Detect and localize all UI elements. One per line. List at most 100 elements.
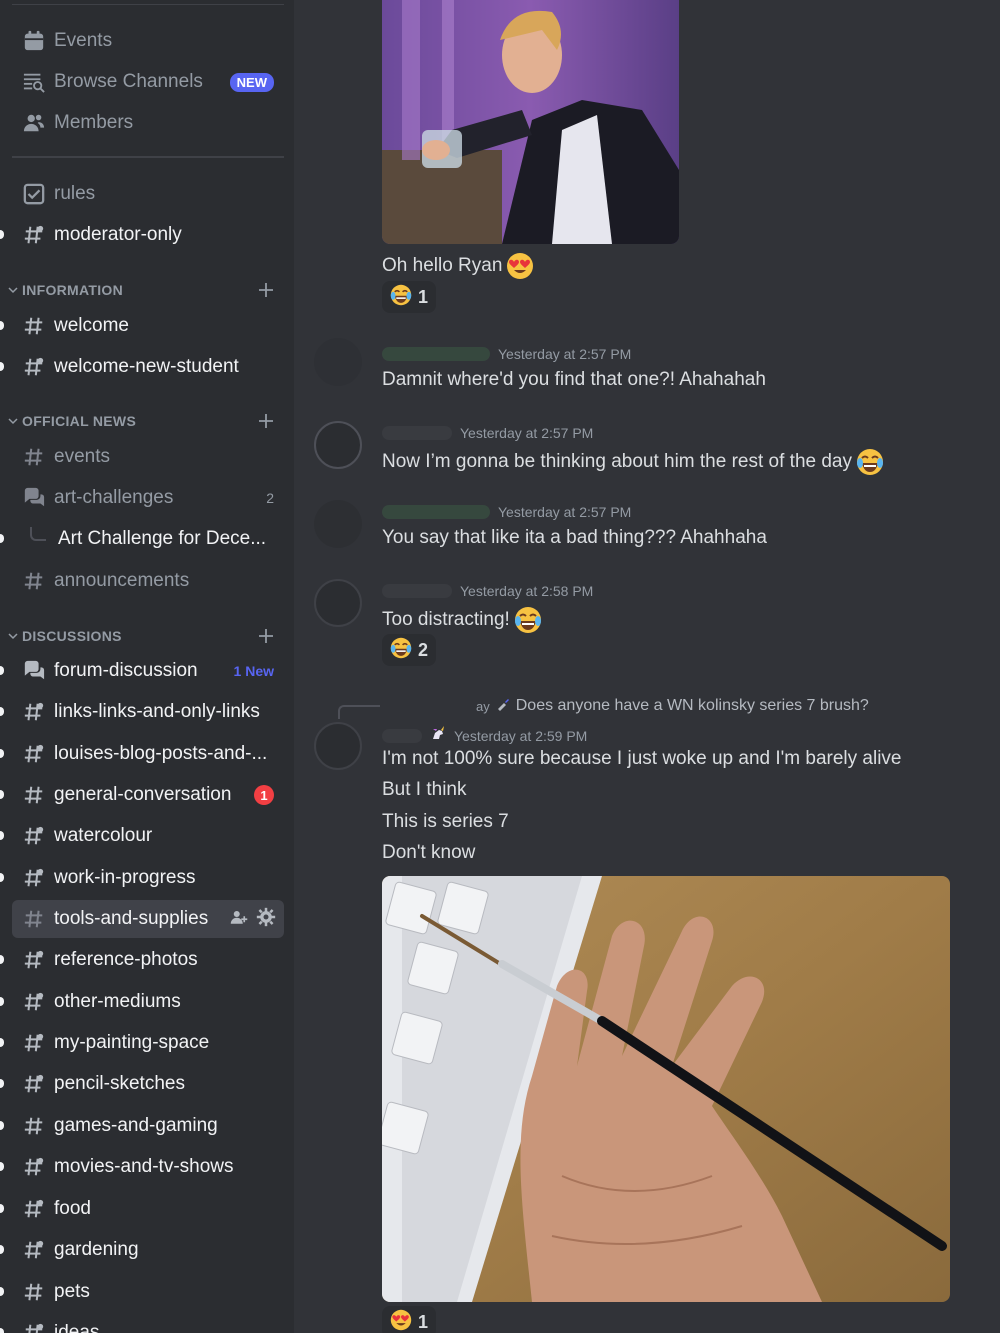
- sidebar-item-members[interactable]: Members: [12, 104, 284, 142]
- invite-member-icon[interactable]: [230, 908, 248, 931]
- username-blurred[interactable]: [382, 584, 452, 598]
- reply-reference[interactable]: ay Does anyone have a WN kolinsky series…: [338, 693, 869, 719]
- unread-indicator: [0, 230, 4, 239]
- unread-indicator: [0, 707, 4, 716]
- reaction-button[interactable]: 1: [382, 1306, 437, 1333]
- username-blurred[interactable]: [382, 426, 452, 440]
- category-information[interactable]: INFORMATION: [8, 278, 284, 302]
- sidebar-item-label: Events: [54, 30, 113, 51]
- message-image-attachment[interactable]: [382, 0, 679, 244]
- sidebar-item-reference-photos[interactable]: reference-photos: [0, 941, 284, 979]
- message-list: Oh hello Ryan 1 Yesterday at 2:57 PM Dam…: [294, 0, 1000, 1333]
- sidebar-item-links[interactable]: links-links-and-only-links: [0, 693, 284, 731]
- unread-indicator: [0, 666, 4, 675]
- sidebar-item-welcome[interactable]: welcome: [0, 307, 284, 345]
- sidebar-item-food[interactable]: food: [0, 1190, 284, 1228]
- sidebar-item-watercolour[interactable]: watercolour: [0, 817, 284, 855]
- channel-actions: [230, 907, 276, 932]
- reaction-button[interactable]: 1: [382, 281, 437, 313]
- sidebar-item-label: pencil-sketches: [54, 1073, 185, 1094]
- sidebar-item-pets[interactable]: pets: [0, 1273, 284, 1311]
- category-label: INFORMATION: [22, 282, 124, 298]
- category-official-news[interactable]: OFFICIAL NEWS: [8, 409, 284, 433]
- sidebar-item-games-and-gaming[interactable]: games-and-gaming: [0, 1107, 284, 1145]
- avatar[interactable]: [314, 722, 362, 770]
- add-channel-icon[interactable]: [258, 628, 274, 644]
- sidebar-item-general-conversation[interactable]: general-conversation 1: [0, 776, 284, 814]
- message-text: Too distracting!: [382, 609, 510, 630]
- hashtag-thread-icon: [22, 223, 46, 247]
- username-blurred[interactable]: [382, 505, 490, 519]
- sidebar-item-label: links-links-and-only-links: [54, 701, 260, 722]
- sidebar-item-events[interactable]: Events: [12, 22, 284, 60]
- timestamp: Yesterday at 2:57 PM: [498, 504, 632, 520]
- thread-item-art-challenge[interactable]: Art Challenge for Dece...: [0, 520, 284, 558]
- unread-indicator: [0, 749, 4, 758]
- sidebar-item-work-in-progress[interactable]: work-in-progress: [0, 859, 284, 897]
- sidebar-item-label: louises-blog-posts-and-...: [54, 743, 268, 764]
- sidebar-item-tools-and-supplies[interactable]: tools-and-supplies: [12, 900, 284, 938]
- post-count: 2: [266, 490, 274, 506]
- message-header: Yesterday at 2:59 PM: [382, 725, 587, 746]
- username-blurred[interactable]: [382, 347, 490, 361]
- sidebar-item-gardening[interactable]: gardening: [0, 1231, 284, 1269]
- unread-indicator: [0, 831, 4, 840]
- add-channel-icon[interactable]: [258, 282, 274, 298]
- sidebar-item-browse-channels[interactable]: Browse Channels NEW: [12, 63, 284, 101]
- gear-icon[interactable]: [256, 907, 276, 932]
- message-header: Yesterday at 2:57 PM: [382, 425, 593, 441]
- hashtag-thread-icon: [22, 1155, 46, 1179]
- members-icon: [22, 111, 46, 135]
- message-content: This is series 7: [382, 811, 509, 833]
- avatar[interactable]: [314, 338, 362, 386]
- new-posts-badge: 1 New: [233, 663, 274, 679]
- mention-badge: 1: [254, 785, 274, 805]
- sidebar-item-moderator-only[interactable]: moderator-only: [0, 216, 284, 254]
- reaction-button[interactable]: 2: [382, 634, 437, 666]
- hashtag-thread-icon: [22, 1238, 46, 1262]
- sidebar-item-label: movies-and-tv-shows: [54, 1156, 234, 1177]
- message-text: Don't know: [382, 842, 476, 863]
- unread-indicator: [0, 534, 4, 543]
- hashtag-icon: [22, 569, 46, 593]
- sidebar-item-pencil-sketches[interactable]: pencil-sketches: [0, 1065, 284, 1103]
- sidebar-item-welcome-new-student[interactable]: welcome-new-student: [0, 348, 284, 386]
- hashtag-icon: [22, 1280, 46, 1304]
- hashtag-thread-icon: [22, 1321, 46, 1333]
- sidebar-item-label: pets: [54, 1281, 90, 1302]
- avatar[interactable]: [314, 421, 362, 469]
- add-channel-icon[interactable]: [258, 413, 274, 429]
- sidebar-item-my-painting-space[interactable]: my-painting-space: [0, 1024, 284, 1062]
- sidebar-divider: [12, 156, 284, 158]
- unread-indicator: [0, 321, 4, 330]
- category-discussions[interactable]: DISCUSSIONS: [8, 624, 284, 648]
- sidebar-item-forum-discussion[interactable]: forum-discussion 1 New: [0, 652, 284, 690]
- sidebar-item-art-challenges[interactable]: art-challenges 2: [12, 479, 284, 517]
- sidebar-item-rules[interactable]: rules: [12, 175, 284, 213]
- sidebar-item-louises-blog[interactable]: louises-blog-posts-and-...: [0, 735, 284, 773]
- reaction-count: 1: [418, 286, 429, 307]
- sidebar-item-label: Browse Channels: [54, 71, 203, 92]
- paintbrush-icon: [496, 697, 510, 716]
- message-content: Damnit where'd you find that one?! Ahaha…: [382, 369, 766, 391]
- unread-indicator: [0, 1287, 4, 1296]
- username-blurred[interactable]: [382, 728, 422, 743]
- avatar[interactable]: [314, 500, 362, 548]
- hashtag-thread-icon: [22, 355, 46, 379]
- hashtag-thread-icon: [22, 866, 46, 890]
- sidebar-item-ideas[interactable]: ideas: [0, 1314, 284, 1333]
- sidebar-item-label: announcements: [54, 570, 190, 591]
- sidebar-item-label: rules: [54, 183, 96, 204]
- avatar[interactable]: [314, 579, 362, 627]
- message-image-attachment[interactable]: [382, 876, 950, 1302]
- sidebar-item-events-channel[interactable]: events: [12, 438, 284, 476]
- message-content: You say that like ita a bad thing??? Aha…: [382, 527, 767, 549]
- sidebar-item-label: gardening: [54, 1239, 139, 1260]
- sidebar-item-label: general-conversation: [54, 784, 232, 805]
- hashtag-thread-icon: [22, 1031, 46, 1055]
- reaction-count: 2: [418, 639, 429, 660]
- sidebar-item-announcements[interactable]: announcements: [12, 562, 284, 600]
- sidebar-item-other-mediums[interactable]: other-mediums: [0, 983, 284, 1021]
- sidebar-item-label: events: [54, 446, 110, 467]
- sidebar-item-movies-and-tv-shows[interactable]: movies-and-tv-shows: [0, 1148, 284, 1186]
